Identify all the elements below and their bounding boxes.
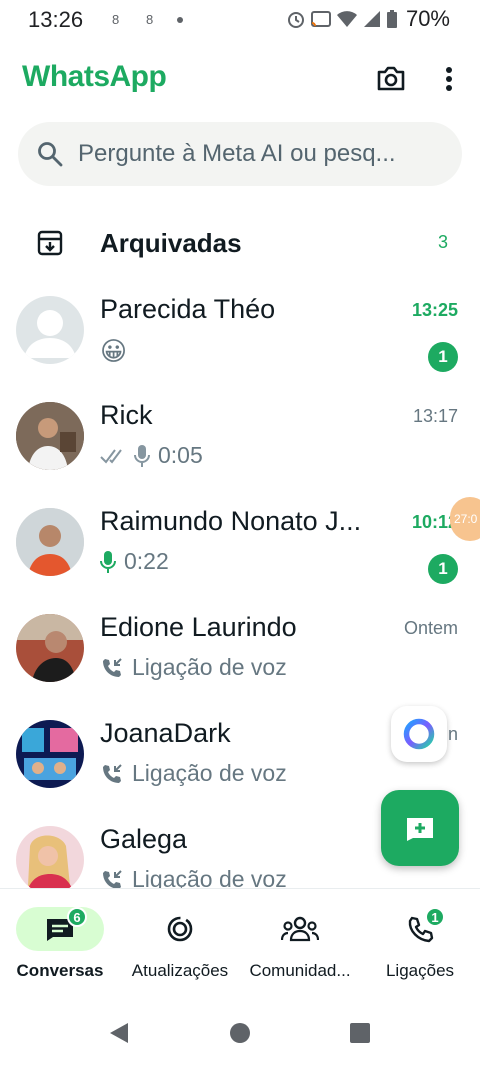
incoming-call-icon [103,657,122,677]
tab-label: Conversas [16,961,104,980]
wifi-icon [336,11,357,27]
default-avatar-icon [24,310,76,358]
back-icon[interactable] [108,1021,130,1045]
chat-row[interactable]: Raimundo Nonato J... 10:12 0:22 1 [0,494,480,600]
search-placeholder: Pergunte à Meta AI ou pesq... [78,140,396,167]
search-bar[interactable]: Pergunte à Meta AI ou pesq... [18,122,462,186]
app-title: WhatsApp [22,60,167,93]
contact-photo-icon [16,508,84,576]
alarm-icon [287,12,304,28]
archived-row[interactable]: Arquivadas 3 [0,214,480,274]
contact-photo-icon [16,402,84,470]
call-label: Ligação de voz [132,654,287,680]
recorder-timer: 27:0 [454,512,478,526]
home-icon[interactable] [229,1022,251,1044]
archive-icon [37,230,63,256]
archived-count: 3 [437,232,448,252]
chat-name: Parecida Théo [100,294,276,324]
avatar[interactable] [16,508,84,576]
chat-row[interactable]: Parecida Théo 13:25 😀 1 [0,282,480,388]
chat-name: Rick [100,400,153,430]
double-check-icon [100,448,122,464]
unread-badge: 1 [428,342,458,372]
tab-active-pill [16,907,104,951]
contact-photo-icon [16,614,84,682]
battery-percent: 70% [405,6,450,31]
battery-icon [386,10,397,28]
tab-atualizacoes[interactable]: Atualizações [120,889,240,995]
avatar[interactable] [16,826,84,888]
recorder-overlay-bubble[interactable]: 27:0 [450,497,480,541]
chat-time: n [447,724,458,744]
chat-preview: 0:05 [100,442,203,469]
chat-row[interactable]: Rick 13:17 0:05 [0,388,480,494]
meta-ai-icon [403,718,435,750]
tab-label: Comunidad... [249,961,351,980]
chat-name: Raimundo Nonato J... [100,506,362,536]
more-vertical-icon [446,67,452,91]
system-navigation-bar [0,994,480,1066]
new-chat-icon [407,818,433,841]
more-notifications-dot-icon [177,17,183,23]
incoming-call-icon [103,869,122,888]
recents-icon[interactable] [349,1022,371,1044]
microphone-icon [100,550,116,573]
message-preview: 😀 [100,336,128,366]
new-chat-button[interactable] [381,790,459,866]
avatar[interactable] [16,296,84,364]
avatar[interactable] [16,720,84,788]
chat-preview: 😀 [100,336,127,367]
status-bar: 13:26 8 8 70% [0,0,480,40]
more-options-button[interactable] [434,58,464,100]
signal-icon [363,11,380,27]
avatar[interactable] [16,614,84,682]
microphone-icon [134,444,150,467]
chat-preview: Ligação de voz [100,654,287,681]
tab-comunidades[interactable]: Comunidad... [240,889,360,995]
archived-label: Arquivadas [100,228,242,258]
contact-photo-icon [16,720,84,788]
bottom-navigation: 6 Conversas Atualizações Comunidad... 1 … [0,888,480,994]
cast-icon [310,11,331,27]
chat-name: Edione Laurindo [100,612,297,642]
tab-label: Ligações [385,961,455,980]
tab-conversas[interactable]: 6 Conversas [0,889,120,995]
chat-time: 13:25 [411,300,458,320]
chat-name: JoanaDark [100,718,231,748]
chat-name: Galega [100,824,188,854]
tab-badge: 6 [67,907,87,927]
notification-icon: 8 [112,12,120,27]
chat-time: 13:17 [412,406,458,426]
search-icon [38,142,63,167]
camera-icon [377,66,405,91]
call-label: Ligação de voz [132,866,287,888]
tab-label: Atualizações [131,961,229,980]
contact-photo-icon [16,826,84,888]
app-bar: WhatsApp [0,50,480,106]
meta-ai-button[interactable] [391,706,447,762]
status-time: 13:26 [28,7,84,32]
camera-button[interactable] [370,58,412,100]
chat-preview: Ligação de voz [100,866,287,888]
tab-ligacoes[interactable]: 1 Ligações [360,889,480,995]
chat-time: Ontem [403,618,458,638]
tab-badge: 1 [425,907,445,927]
communities-icon [281,916,319,942]
unread-badge: 1 [428,554,458,584]
notification-icon: 8 [146,12,154,27]
chat-row[interactable]: Edione Laurindo Ontem Ligação de voz [0,600,480,706]
avatar[interactable] [16,402,84,470]
call-label: Ligação de voz [132,760,287,786]
updates-icon [167,916,193,942]
incoming-call-icon [103,763,122,783]
voice-duration: 0:05 [158,442,203,468]
chat-preview: 0:22 [100,548,169,575]
voice-duration: 0:22 [124,548,169,574]
chat-preview: Ligação de voz [100,760,287,787]
